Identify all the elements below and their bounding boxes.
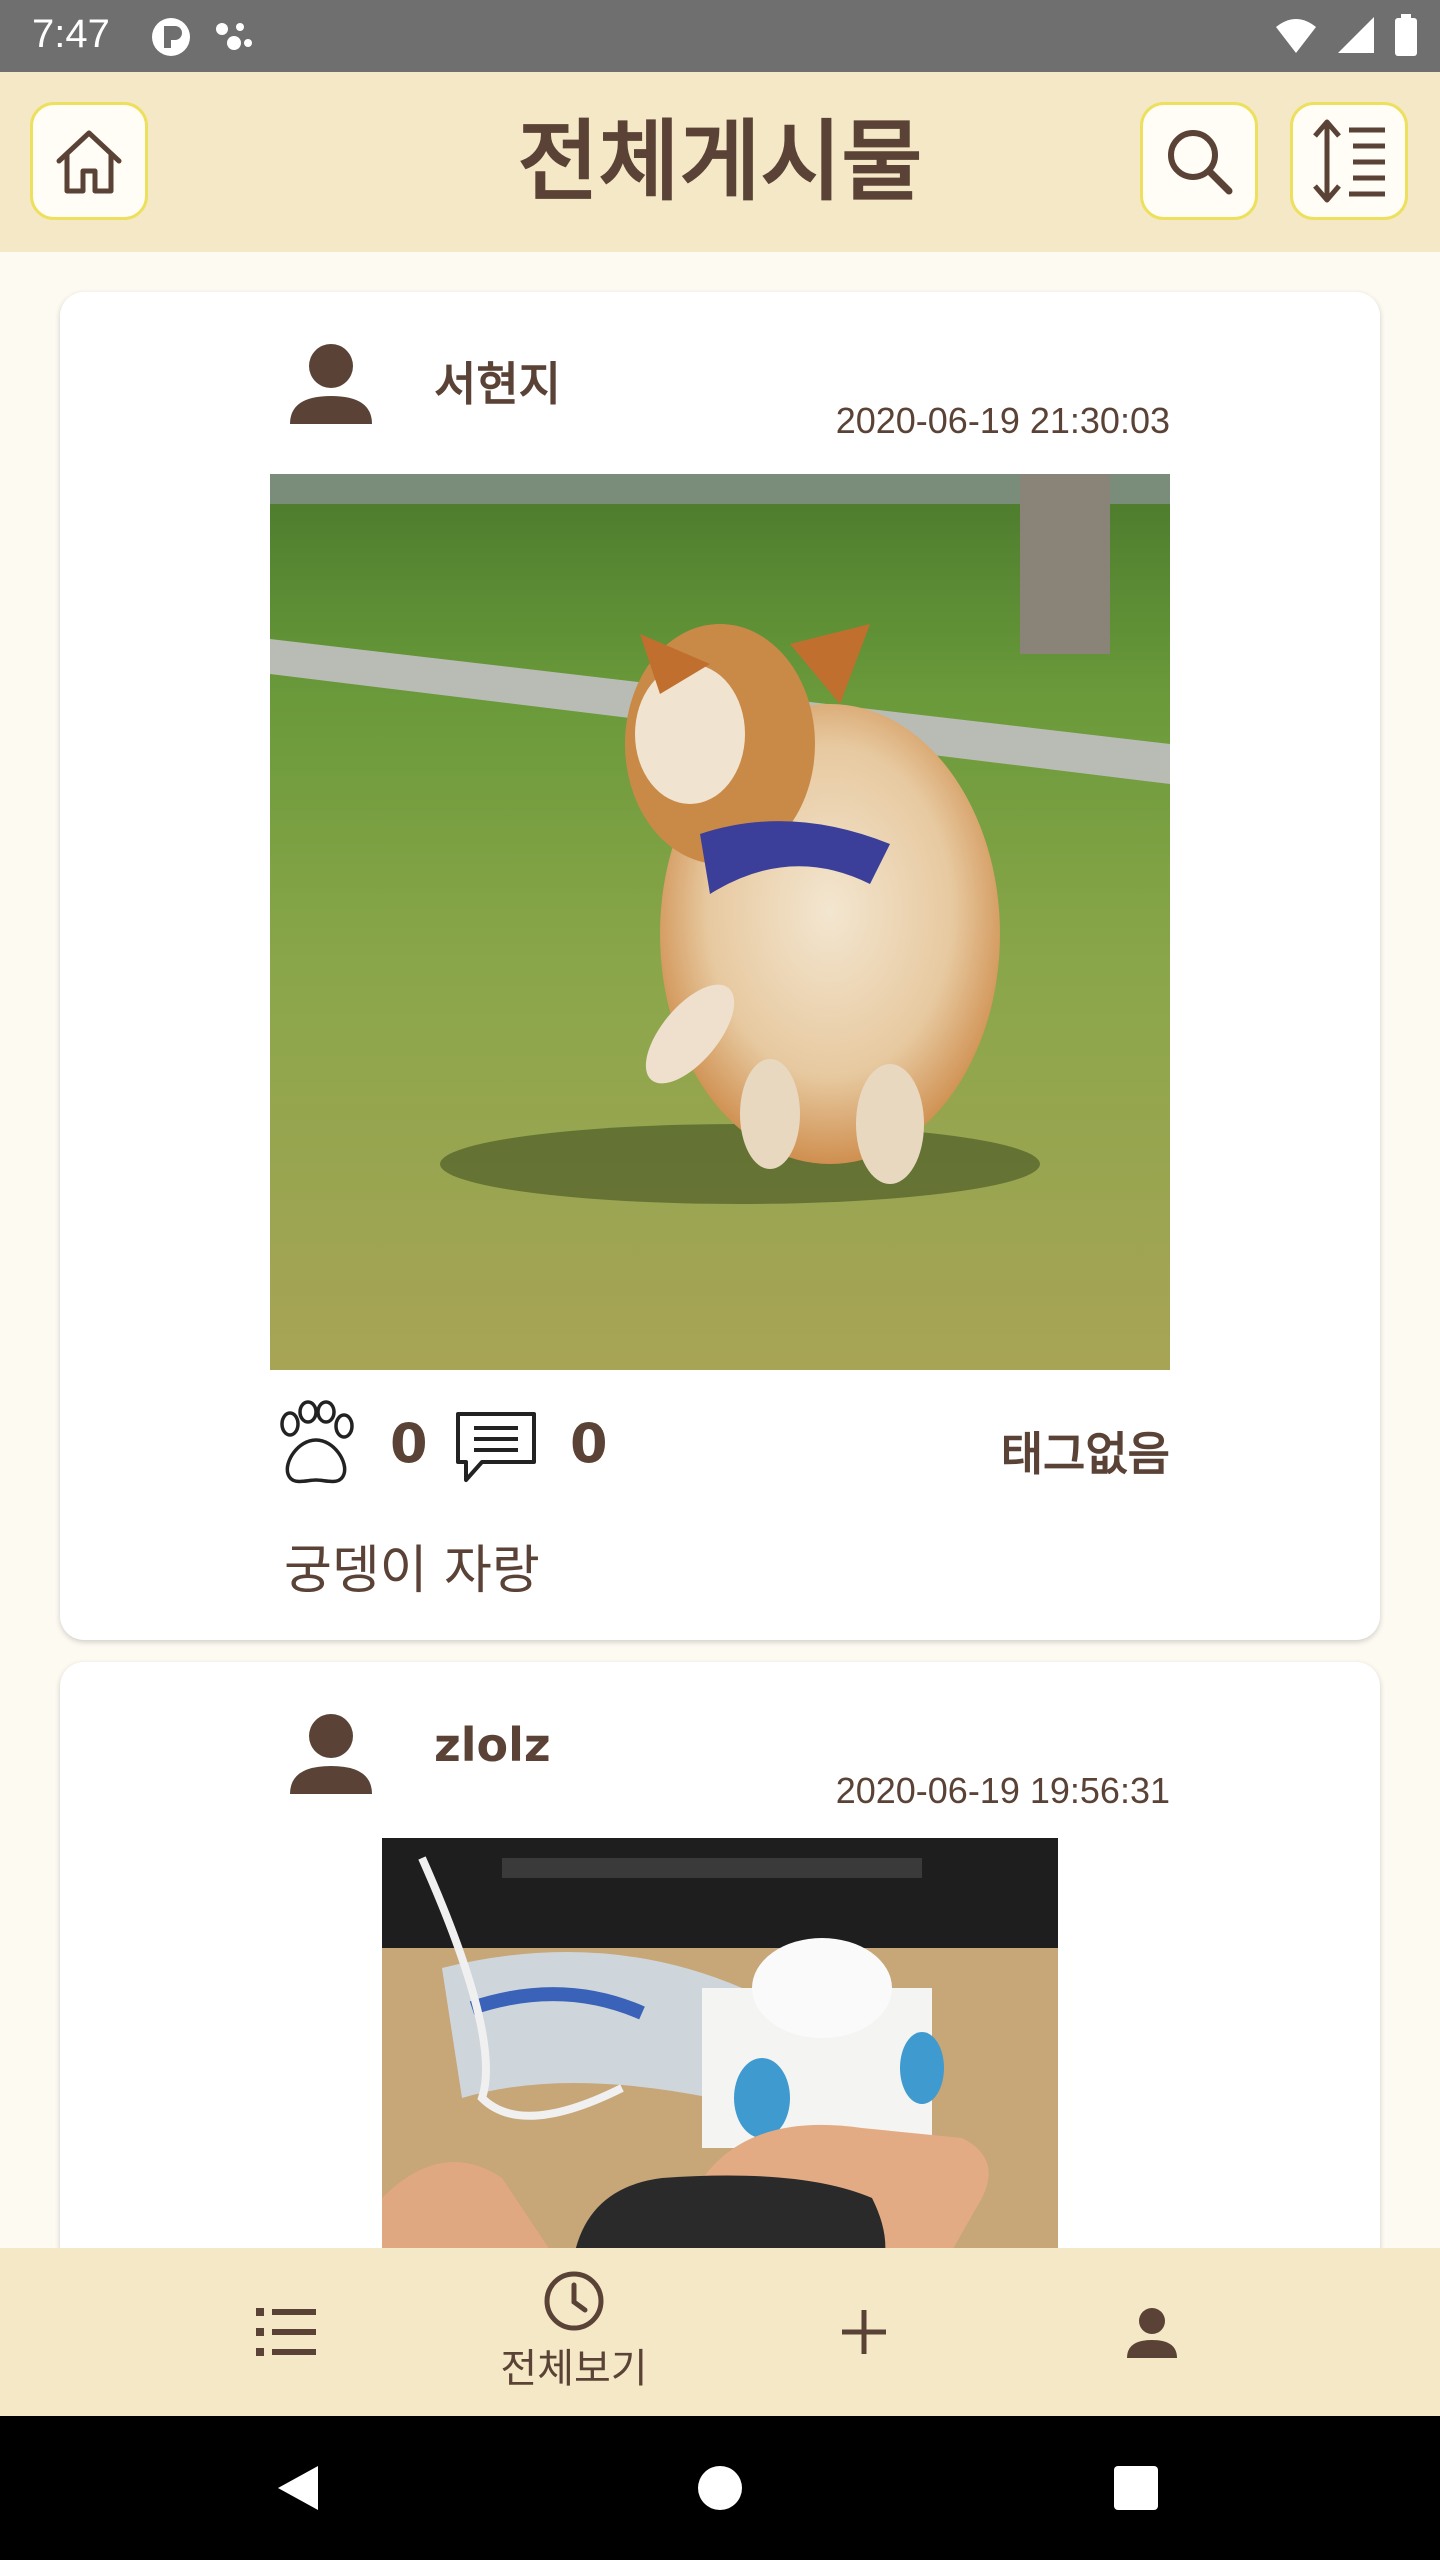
post-date: 2020-06-19 19:56:31 <box>835 1770 1170 1811</box>
home-circle-icon <box>698 2466 742 2510</box>
like-count: 0 <box>390 1412 428 1475</box>
search-button[interactable] <box>1140 102 1258 220</box>
status-icons-right <box>1274 14 1418 56</box>
post-date: 2020-06-19 21:30:03 <box>835 400 1170 441</box>
post-photo-corgi[interactable] <box>270 474 1170 1370</box>
recents-square-icon <box>1114 2466 1158 2510</box>
app-header: 전체게시물 <box>0 72 1440 252</box>
paw-like-icon[interactable] <box>270 1400 362 1488</box>
nav-all-posts-button[interactable]: 전체보기 <box>454 2248 694 2416</box>
status-time: 7:47 <box>32 12 110 56</box>
sort-icon <box>1313 119 1385 203</box>
person-icon <box>1127 2308 1177 2358</box>
sort-button[interactable] <box>1290 102 1408 220</box>
system-back-button[interactable] <box>262 2452 334 2524</box>
post-photo-earbuds[interactable] <box>382 1838 1058 2248</box>
list-icon <box>256 2308 316 2356</box>
search-icon <box>1168 130 1233 195</box>
post-feed[interactable]: 서현지 2020-06-19 21:30:03 0 0 태그없음 궁뎅이 자랑 … <box>0 252 1440 2248</box>
comment-icon[interactable] <box>452 1408 540 1486</box>
back-triangle-icon <box>278 2466 318 2510</box>
notification-app-icon <box>152 18 190 56</box>
author-avatar-icon <box>290 344 372 424</box>
nav-add-post-button[interactable] <box>744 2248 984 2416</box>
nav-profile-button[interactable] <box>1032 2248 1272 2416</box>
clock-icon <box>544 2271 604 2331</box>
system-nav-bar <box>0 2416 1440 2560</box>
nav-list-button[interactable] <box>166 2248 406 2416</box>
author-avatar-icon <box>290 1714 372 1794</box>
post-card[interactable]: zlolz 2020-06-19 19:56:31 <box>60 1662 1380 2248</box>
plus-icon <box>842 2310 886 2354</box>
system-home-button[interactable] <box>684 2452 756 2524</box>
post-card[interactable]: 서현지 2020-06-19 21:30:03 0 0 태그없음 궁뎅이 자랑 <box>60 292 1380 1640</box>
post-stats-row: 0 0 태그없음 <box>270 1400 1170 1490</box>
wifi-icon <box>1276 19 1316 53</box>
status-icons-left <box>150 16 254 58</box>
system-recents-button[interactable] <box>1100 2452 1172 2524</box>
nav-all-posts-label: 전체보기 <box>500 2346 648 2392</box>
comment-count: 0 <box>570 1412 608 1475</box>
author-name[interactable]: zlolz <box>434 1718 551 1772</box>
status-bar: 7:47 <box>0 0 1440 72</box>
post-caption: 궁뎅이 자랑 <box>284 1541 540 1601</box>
signal-icon <box>1338 17 1374 53</box>
tag-label: 태그없음 <box>1000 1427 1170 1481</box>
bottom-nav: 전체보기 <box>0 2248 1440 2416</box>
battery-icon <box>1395 14 1417 56</box>
assistant-dots-icon <box>216 23 252 50</box>
author-name[interactable]: 서현지 <box>434 348 561 414</box>
